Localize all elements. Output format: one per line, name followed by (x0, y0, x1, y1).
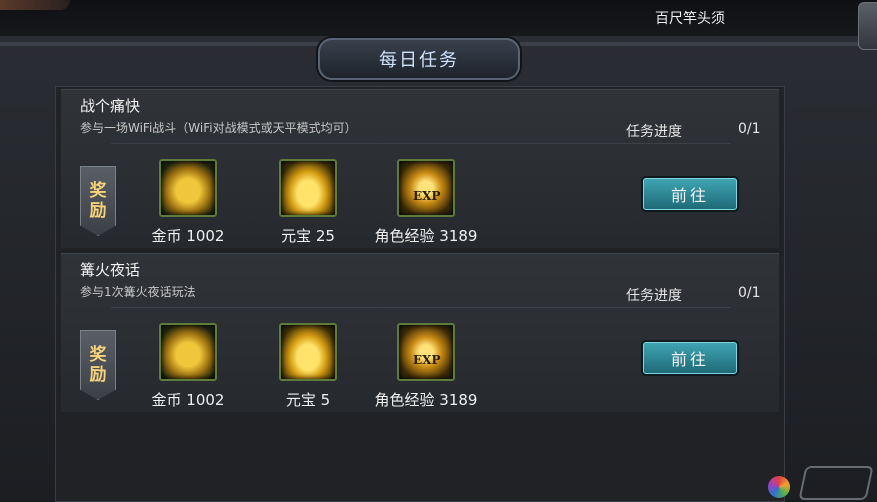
go-button[interactable]: 前往 (643, 342, 737, 374)
frame-ornament-left (0, 42, 330, 46)
gold-ingot-icon (279, 323, 337, 381)
player-avatar[interactable] (0, 0, 70, 10)
exp-icon: EXP (397, 159, 455, 217)
reward-banner-char: 奖 (89, 345, 107, 365)
progress-label: 任务进度 (626, 124, 682, 140)
reward-label: 金币 1002 (151, 391, 225, 409)
task-item: 篝火夜话 参与1次篝火夜话玩法 任务进度 0/1 奖 励 金币 1002 元宝 … (61, 253, 779, 412)
exp-icon-text: EXP (413, 189, 441, 203)
reward-banner-char: 奖 (89, 181, 107, 201)
reward-exp[interactable]: EXP 角色经验 3189 (371, 323, 481, 410)
reward-exp[interactable]: EXP 角色经验 3189 (371, 159, 481, 246)
task-description: 参与1次篝火夜话玩法 (80, 285, 196, 299)
reward-gold[interactable]: 金币 1002 (133, 323, 243, 410)
reward-ingot[interactable]: 元宝 25 (253, 159, 363, 246)
task-title: 战个痛快 (80, 97, 141, 115)
reward-banner: 奖 励 (80, 330, 116, 400)
gold-coins-icon (159, 323, 217, 381)
reward-ingot[interactable]: 元宝 5 (253, 323, 363, 410)
reward-label: 角色经验 3189 (374, 391, 478, 409)
reward-label: 金币 1002 (151, 227, 225, 245)
frame-ornament-right (520, 42, 877, 46)
reward-label: 元宝 25 (281, 227, 335, 245)
gold-coins-icon (159, 159, 217, 217)
task-title: 篝火夜话 (80, 261, 141, 279)
reward-banner: 奖 励 (80, 166, 116, 236)
reward-banner-char: 励 (89, 201, 107, 221)
top-bar: 百尺竿头须 (0, 0, 877, 37)
gold-ingot-icon (279, 159, 337, 217)
reward-label: 元宝 5 (285, 391, 331, 409)
reward-label: 角色经验 3189 (374, 227, 478, 245)
divider (111, 143, 731, 144)
exp-icon-text: EXP (413, 353, 441, 367)
go-button[interactable]: 前往 (643, 178, 737, 210)
reward-banner-char: 励 (89, 365, 107, 385)
player-name: 百尺竿头须 (655, 11, 725, 27)
close-button[interactable] (858, 2, 877, 50)
divider (111, 307, 731, 308)
exp-icon: EXP (397, 323, 455, 381)
progress-value: 0/1 (738, 121, 761, 137)
reward-gold[interactable]: 金币 1002 (133, 159, 243, 246)
progress-value: 0/1 (738, 285, 761, 301)
watermark-logo-icon (768, 476, 790, 498)
watermark-mark-icon (798, 466, 874, 500)
panel-title: 每日任务 (318, 38, 520, 80)
task-description: 参与一场WiFi战斗（WiFi对战模式或天平模式均可） (80, 121, 357, 135)
progress-label: 任务进度 (626, 288, 682, 304)
task-list: 战个痛快 参与一场WiFi战斗（WiFi对战模式或天平模式均可） 任务进度 0/… (55, 86, 785, 502)
task-item: 战个痛快 参与一场WiFi战斗（WiFi对战模式或天平模式均可） 任务进度 0/… (61, 89, 779, 248)
